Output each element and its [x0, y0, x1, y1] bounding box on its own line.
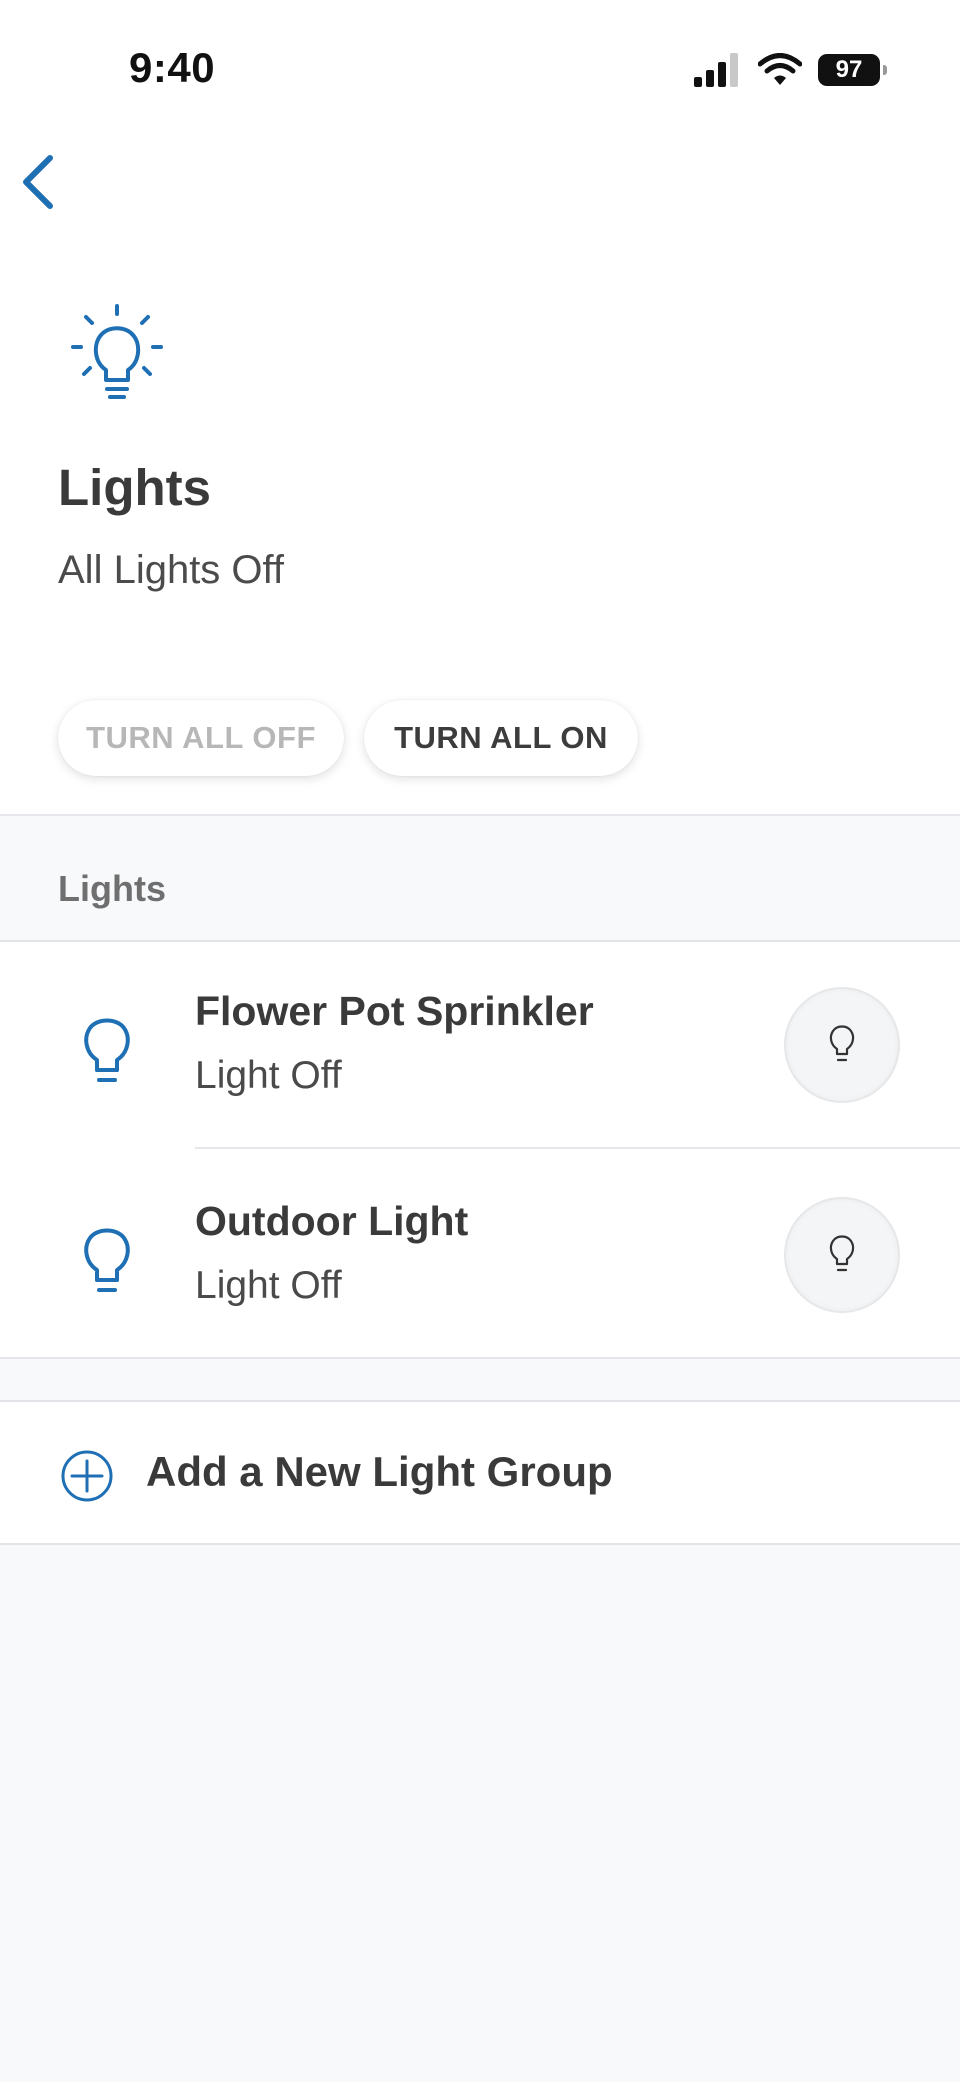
turn-all-on-button[interactable]: TURN ALL ON	[364, 700, 638, 776]
lightbulb-icon	[84, 1228, 130, 1292]
wifi-icon	[758, 53, 802, 85]
chevron-left-icon	[23, 155, 53, 209]
lightbulb-icon	[71, 304, 163, 399]
lightbulb-icon	[829, 1025, 855, 1062]
lightbulb-icon	[84, 1018, 130, 1082]
header-area	[0, 0, 960, 814]
battery-level: 97	[835, 56, 863, 83]
turn-all-off-button[interactable]: TURN ALL OFF	[58, 700, 344, 776]
light-status: Light Off	[195, 1264, 342, 1307]
status-time: 9:40	[129, 44, 216, 91]
lights-list: Flower Pot Sprinkler Light Off Outdoor L…	[0, 940, 960, 1359]
back-button[interactable]	[16, 152, 60, 212]
row-divider	[195, 1147, 960, 1149]
cellular-signal-icon	[694, 53, 738, 87]
add-circle-icon	[61, 1450, 113, 1502]
add-light-group-label: Add a New Light Group	[146, 1448, 613, 1495]
page-subtitle: All Lights Off	[58, 548, 285, 592]
light-toggle-button[interactable]	[784, 987, 900, 1103]
battery-icon: 97	[818, 54, 887, 86]
light-name: Flower Pot Sprinkler	[195, 988, 594, 1034]
section-header: Lights	[58, 868, 166, 909]
divider	[0, 814, 960, 816]
light-row-flower-pot-sprinkler[interactable]: Flower Pot Sprinkler Light Off	[0, 942, 960, 1150]
light-status: Light Off	[195, 1054, 342, 1097]
light-toggle-button[interactable]	[784, 1197, 900, 1313]
light-row-outdoor-light[interactable]: Outdoor Light Light Off	[0, 1152, 960, 1360]
page-title: Lights	[58, 459, 211, 516]
lightbulb-icon	[829, 1235, 855, 1272]
light-name: Outdoor Light	[195, 1198, 469, 1244]
status-icons: 97	[694, 50, 887, 90]
add-light-group-button[interactable]: Add a New Light Group	[0, 1400, 960, 1545]
